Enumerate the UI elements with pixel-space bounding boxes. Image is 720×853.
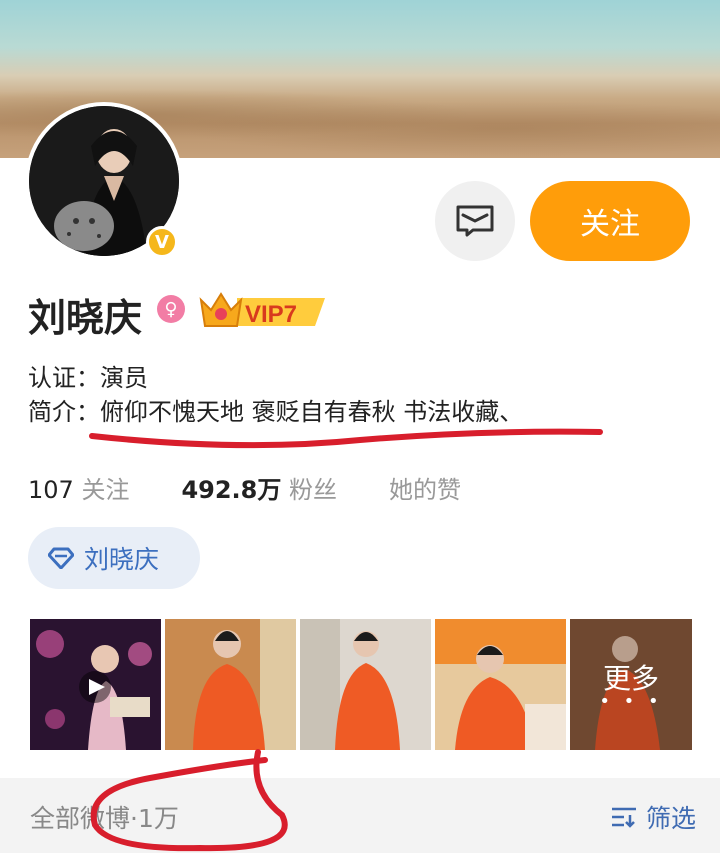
fans-label: 粉丝 <box>289 476 338 504</box>
all-weibo-tab[interactable]: 全部微博·1万 <box>30 799 179 835</box>
message-button[interactable] <box>435 181 515 261</box>
following-count: 107 <box>28 476 74 504</box>
certification-text: 认证：演员 <box>28 364 148 392</box>
vip-badge[interactable]: VIP7 <box>197 286 329 334</box>
filter-icon <box>611 807 636 828</box>
photo-thumb[interactable] <box>30 619 161 750</box>
diamond-icon <box>48 547 74 569</box>
follow-button[interactable]: 关注 <box>530 181 690 261</box>
following-stat[interactable]: 107 关注 <box>28 476 129 504</box>
likes-stat[interactable]: 她的赞 <box>389 476 461 504</box>
female-icon: ♀ <box>157 295 185 323</box>
more-dots: • • • <box>599 691 663 712</box>
stats-row: 107 关注 492.8万 粉丝 她的赞 <box>28 470 461 505</box>
photo-strip: 更多 • • • <box>30 619 692 750</box>
verified-badge: V <box>146 226 178 258</box>
filter-label: 筛选 <box>645 804 696 833</box>
photo-thumb[interactable] <box>300 619 431 750</box>
photo-thumb[interactable] <box>165 619 296 750</box>
photo-thumb[interactable] <box>435 619 566 750</box>
intro-text[interactable]: 简介：俯仰不愧天地 褒贬自有春秋 书法收藏、 <box>28 392 523 427</box>
super-topic-chip[interactable]: 刘晓庆 <box>28 527 200 589</box>
vip-label: VIP7 <box>245 301 297 328</box>
message-icon <box>456 205 494 237</box>
more-photos-button[interactable]: 更多 • • • <box>570 619 692 750</box>
fans-count: 492.8万 <box>181 476 282 504</box>
fans-stat[interactable]: 492.8万 粉丝 <box>181 476 337 504</box>
filter-button[interactable]: 筛选 <box>610 799 696 835</box>
following-label: 关注 <box>81 476 130 504</box>
photo-thumb[interactable]: 更多 • • • <box>570 619 692 750</box>
profile-name: 刘晓庆 <box>28 296 143 340</box>
super-topic-label: 刘晓庆 <box>84 545 160 574</box>
